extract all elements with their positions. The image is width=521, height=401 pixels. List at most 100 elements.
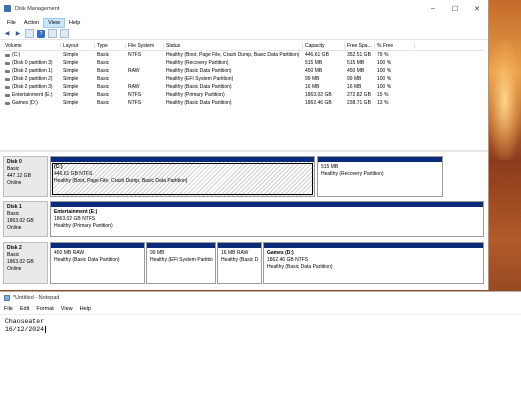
- col-capacity[interactable]: Capacity: [303, 42, 345, 49]
- partition-disk2-1[interactable]: 450 MB RAW Healthy (Basic Data Partition…: [50, 242, 145, 284]
- partition-size: 1862.46 GB NTFS: [267, 257, 309, 263]
- partition-games[interactable]: Games (D:) 1862.46 GB NTFS Healthy (Basi…: [263, 242, 484, 284]
- pane-splitter[interactable]: [0, 150, 488, 152]
- maximize-button[interactable]: ☐: [444, 0, 466, 17]
- drive-icon: [5, 69, 10, 73]
- partition-entertainment[interactable]: Entertainment (E:) 1863.02 GB NTFS Healt…: [50, 201, 484, 237]
- text-caret: [45, 326, 47, 333]
- partition-body: Games (D:) 1862.46 GB NTFS Healthy (Basi…: [264, 248, 483, 273]
- col-type[interactable]: Type: [95, 42, 126, 49]
- refresh-icon[interactable]: [48, 29, 57, 38]
- col-status[interactable]: Status: [164, 42, 303, 49]
- col-volume[interactable]: Volume: [3, 42, 61, 49]
- forward-arrow-icon[interactable]: ▶: [14, 30, 22, 38]
- cell-free-space: 352.51 GB: [347, 52, 371, 58]
- menu-help[interactable]: Help: [65, 19, 84, 27]
- table-row[interactable]: (Disk 2 partition 2) Simple Basic Healthy (…: [3, 75, 484, 83]
- cell-capacity: 446.61 GB: [305, 52, 329, 58]
- close-button[interactable]: ✕: [466, 0, 488, 17]
- minimize-button[interactable]: –: [422, 0, 444, 17]
- table-row[interactable]: Entertainment (E:) Simple Basic NTFS Healthy…: [3, 91, 484, 99]
- partition-name: Entertainment (E:): [54, 209, 98, 215]
- partition-c[interactable]: (C:) 446.61 GB NTFS Healthy (Boot, Page …: [50, 156, 315, 197]
- notepad-menu-help[interactable]: Help: [80, 306, 95, 312]
- disk-type: Basic: [7, 166, 20, 172]
- col-percent-free[interactable]: % Free: [375, 42, 415, 49]
- cell-status: Healthy (Basic Data Partition): [166, 68, 232, 74]
- menu-view[interactable]: View: [43, 17, 65, 28]
- notepad-menu-file[interactable]: File: [4, 306, 17, 312]
- notepad-menu-format[interactable]: Format: [36, 306, 57, 312]
- properties-icon[interactable]: [25, 29, 34, 38]
- cell-file-system: NTFS: [128, 100, 142, 106]
- partition-body: (C:) 446.61 GB NTFS Healthy (Boot, Page …: [51, 162, 314, 196]
- table-row[interactable]: (Disk 0 partition 3) Simple Basic Healthy (…: [3, 59, 484, 67]
- cell-capacity: 450 MB: [305, 68, 323, 74]
- cell-capacity: 515 MB: [305, 60, 323, 66]
- disk-management-icon: [4, 5, 11, 12]
- volume-name: (Disk 2 partition 3): [12, 84, 53, 90]
- volume-list-header: Volume Layout Type File System Status Ca…: [3, 41, 484, 51]
- text-line-last: 16/12/2024: [5, 326, 516, 334]
- cell-file-system: NTFS: [128, 92, 142, 98]
- menu-file[interactable]: File: [3, 19, 20, 27]
- cell-status: Healthy (Basic Data Partition): [166, 84, 232, 90]
- cell-free-space: 99 MB: [347, 76, 362, 82]
- cell-volume: (Disk 2 partition 1): [3, 68, 61, 74]
- volume-name: Games (D:): [12, 100, 38, 106]
- disk-label[interactable]: Disk 0 Basic 447.12 GB Online: [3, 156, 48, 197]
- notepad-menu-edit[interactable]: Edit: [20, 306, 33, 312]
- partition-recovery[interactable]: 515 MB Healthy (Recovery Partition): [317, 156, 443, 197]
- cell-capacity: 1863.02 GB: [305, 92, 332, 98]
- cell-volume: Games (D:): [3, 100, 61, 106]
- menu-bar: File Action View Help: [0, 17, 488, 28]
- grid-icon[interactable]: [60, 29, 69, 38]
- cell-percent-free: 15 %: [377, 92, 389, 98]
- wallpaper-glow: [488, 40, 521, 160]
- disk-name: Disk 0: [7, 159, 22, 165]
- table-row[interactable]: Games (D:) Simple Basic NTFS Healthy (Basic …: [3, 99, 484, 107]
- drive-icon: [5, 53, 10, 57]
- cell-percent-free: 100 %: [377, 68, 392, 74]
- cell-layout: Simple: [63, 92, 79, 98]
- volume-list: Volume Layout Type File System Status Ca…: [3, 41, 484, 149]
- table-row[interactable]: (C:) Simple Basic NTFS Healthy (Boot, Page F…: [3, 51, 484, 59]
- cell-percent-free: 13 %: [377, 100, 389, 106]
- col-layout[interactable]: Layout: [61, 42, 95, 49]
- table-row[interactable]: (Disk 2 partition 1) Simple Basic RAW Health…: [3, 67, 484, 75]
- drive-icon: [5, 77, 10, 81]
- cell-free-space: 16 MB: [347, 84, 362, 90]
- partition-size: 450 MB RAW: [54, 250, 85, 256]
- drive-icon: [5, 101, 10, 105]
- partition-body: Entertainment (E:) 1863.02 GB NTFS Healt…: [51, 207, 483, 232]
- disk-row-0: Disk 0 Basic 447.12 GB Online (C:) 446.6…: [3, 156, 484, 197]
- back-arrow-icon[interactable]: ◀: [3, 30, 11, 38]
- title-bar: Disk Management – ☐ ✕: [0, 0, 488, 17]
- notepad-window: *Untitled - Notepad File Edit Format Vie…: [0, 291, 521, 401]
- cell-status: Healthy (Primary Partition): [166, 92, 225, 98]
- cell-volume: (C:): [3, 52, 61, 58]
- col-file-system[interactable]: File System: [126, 42, 164, 49]
- partition-status: Healthy (Primary Partition): [54, 223, 113, 229]
- notepad-text-area[interactable]: Chaoseater 16/12/2024: [0, 315, 521, 337]
- help-icon[interactable]: ?: [37, 29, 45, 38]
- col-free-space[interactable]: Free Spa...: [345, 42, 375, 49]
- partition-disk2-3[interactable]: 16 MB RAW Healthy (Basic D: [217, 242, 262, 284]
- notepad-menu-view[interactable]: View: [61, 306, 77, 312]
- cell-status: Healthy (Basic Data Partition): [166, 100, 232, 106]
- partition-size: 16 MB RAW: [221, 250, 249, 256]
- cell-type: Basic: [97, 52, 110, 58]
- table-row[interactable]: (Disk 2 partition 3) Simple Basic RAW Health…: [3, 83, 484, 91]
- cell-layout: Simple: [63, 100, 79, 106]
- disk-size: 1863.02 GB: [7, 218, 34, 224]
- cell-volume: (Disk 2 partition 2): [3, 76, 61, 82]
- notepad-title-bar: *Untitled - Notepad: [0, 292, 521, 303]
- partition-body: 450 MB RAW Healthy (Basic Data Partition…: [51, 248, 144, 266]
- disk-label[interactable]: Disk 2 Basic 1863.02 GB Online: [3, 242, 48, 284]
- disk-label[interactable]: Disk 1 Basic 1863.02 GB Online: [3, 201, 48, 237]
- cell-percent-free: 79 %: [377, 52, 389, 58]
- partition-disk2-2[interactable]: 99 MB Healthy (EFI System Partitio: [146, 242, 216, 284]
- disk-type: Basic: [7, 211, 20, 217]
- menu-action[interactable]: Action: [20, 19, 43, 27]
- partition-status: Healthy (Basic Data Partition): [54, 257, 120, 263]
